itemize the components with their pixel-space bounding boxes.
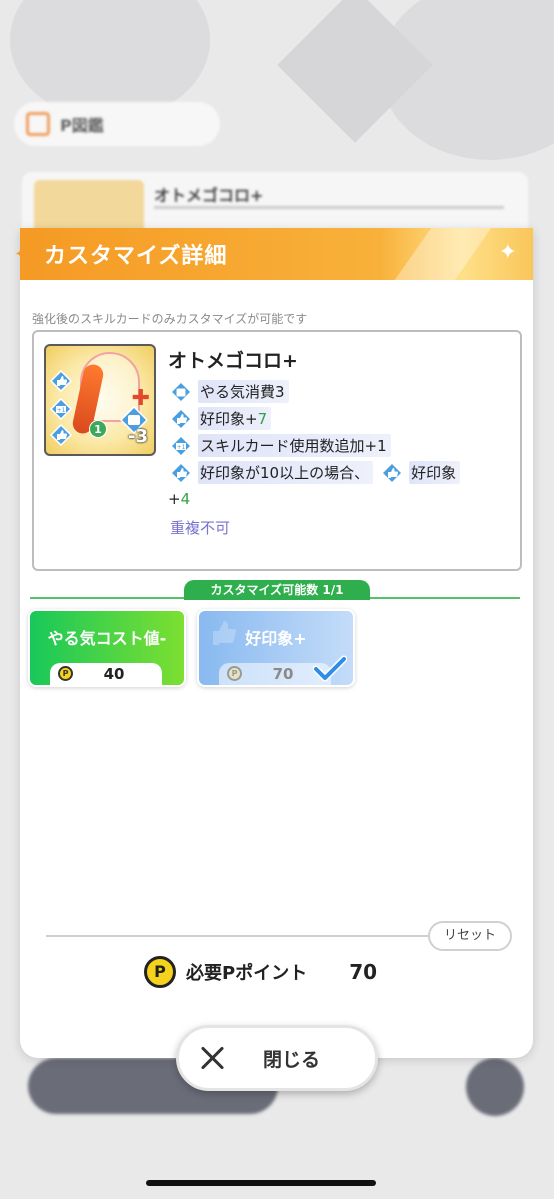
required-points-label: 必要Pポイント: [186, 963, 308, 984]
p-book-label: P図鑑: [60, 116, 104, 135]
skill-card-art: +1 1 ✚ -3: [44, 344, 156, 456]
thumbs-up-icon: [381, 461, 404, 484]
fist-icon: [170, 380, 192, 403]
p-book-tab: P図鑑: [14, 102, 220, 146]
effect-list: やる気消費3 好印象+7 +1 スキルカード使用数追加+1 好印象が10以上の場…: [168, 378, 515, 538]
thumbs-up-icon: [170, 461, 192, 484]
modal-header: カスタマイズ詳細 ✦: [20, 228, 533, 280]
modal-title: カスタマイズ詳細: [44, 244, 228, 269]
card-add-icon: +1: [50, 398, 72, 420]
customize-note: 強化後のスキルカードのみカスタマイズが可能です: [32, 312, 308, 326]
effect-text: 好印象が10以上の場合、: [198, 461, 374, 484]
effect-value: 4: [180, 490, 191, 508]
svg-text:+1: +1: [57, 407, 66, 414]
option-label: 好印象+: [245, 629, 307, 648]
effect-row: やる気消費3: [170, 378, 515, 405]
effect-value: 7: [257, 410, 268, 428]
close-label: 閉じる: [263, 1048, 321, 1071]
effect-row-conditional: 好印象が10以上の場合、 好印象: [170, 459, 515, 486]
card-cost: -3: [128, 426, 148, 447]
thumbs-up-icon: [50, 424, 72, 446]
p-coin-icon: P: [58, 666, 73, 681]
customize-option-good-impression[interactable]: 好印象+ P 70: [197, 609, 355, 687]
sparkle-icon: ✦: [14, 244, 30, 265]
customize-count-tab: カスタマイズ可能数 1/1: [184, 580, 370, 600]
header-stripe: [394, 228, 492, 280]
option-cost: 40: [103, 665, 125, 683]
required-points-value: 70: [349, 960, 378, 984]
skill-card-name: オトメゴコロ+: [168, 350, 298, 372]
bg-nav-button: [466, 1058, 524, 1116]
effect-text: やる気消費3: [198, 380, 289, 403]
option-cost: 70: [272, 665, 294, 683]
option-label: やる気コスト値-: [47, 629, 167, 648]
unique-label: 重複不可: [170, 519, 231, 537]
effect-continuation: +4: [168, 490, 191, 508]
skill-card-detail: +1 1 ✚ -3 オトメゴコロ+ やる気消費3 好印象+7 +1 スキルカード…: [32, 330, 522, 571]
p-coin-icon: P: [144, 956, 176, 988]
effect-row: +1 スキルカード使用数追加+1: [170, 432, 515, 459]
customize-detail-modal: カスタマイズ詳細 ✦ ✦ 強化後のスキルカードのみカスタマイズが可能です +1 …: [14, 228, 533, 1058]
footer-divider: [46, 935, 432, 937]
effect-target: 好印象: [409, 461, 461, 484]
close-button[interactable]: 閉じる: [176, 1025, 378, 1091]
thumbs-up-icon: [170, 407, 192, 430]
effect-text: スキルカード使用数追加+1: [198, 434, 391, 457]
card-level-badge: 1: [89, 420, 107, 438]
card-add-icon: +1: [170, 434, 192, 457]
reset-button[interactable]: リセット: [428, 921, 512, 951]
svg-text:+1: +1: [177, 444, 186, 451]
checkmark-icon: [313, 655, 347, 682]
effect-row: 好印象+7: [170, 405, 515, 432]
p-book-icon: [26, 112, 50, 136]
required-points: P 必要Pポイント 70: [144, 955, 377, 989]
close-icon: [199, 1045, 225, 1071]
bg-card-title: オトメゴコロ+: [154, 186, 264, 205]
home-indicator[interactable]: [146, 1180, 376, 1186]
customize-option-motivation-cost[interactable]: やる気コスト値- P 40: [28, 609, 186, 687]
effect-text: 好印象+7: [198, 407, 272, 430]
sparkle-icon: ✦: [498, 240, 517, 265]
thumbs-up-icon: [50, 370, 72, 392]
p-coin-icon: P: [227, 666, 242, 681]
bg-card-divider: [154, 206, 504, 209]
